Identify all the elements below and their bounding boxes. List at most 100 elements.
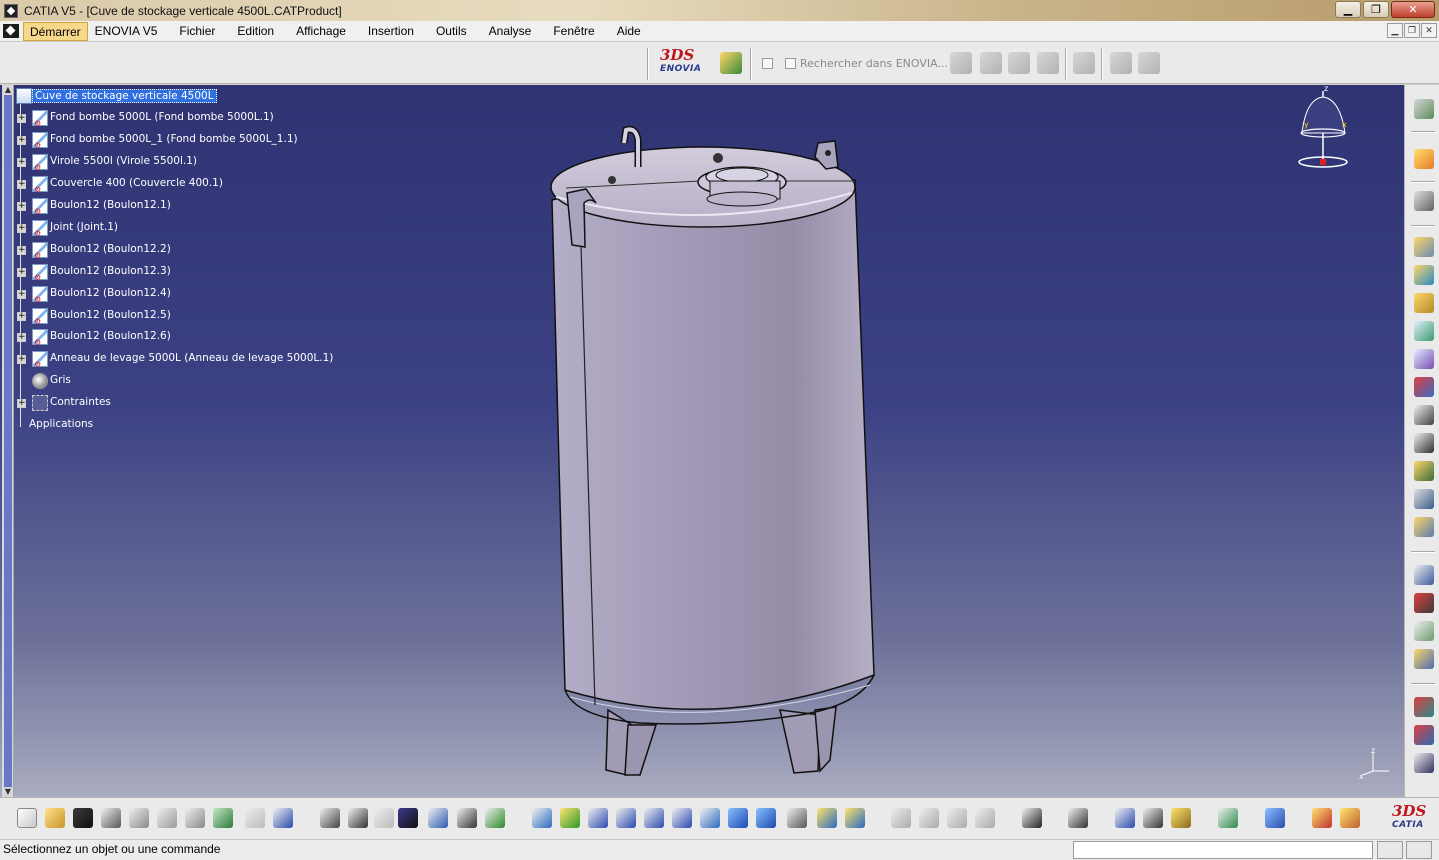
expand-icon[interactable]: + — [17, 135, 26, 145]
generate-numbering-icon[interactable] — [1414, 405, 1434, 425]
stop-manipulate-on-clash-icon[interactable] — [1414, 649, 1434, 669]
multi-instantiation-icon[interactable] — [1414, 489, 1434, 509]
capture-icon[interactable] — [1022, 808, 1042, 828]
tree-root-label[interactable]: Cuve de stockage verticale 4500L — [32, 89, 217, 103]
print-icon[interactable] — [101, 808, 121, 828]
doc-close-button[interactable]: ✕ — [1421, 23, 1437, 38]
update-icon[interactable] — [891, 808, 911, 828]
existing-component-icon[interactable] — [1414, 237, 1434, 257]
enovia-search-checkbox[interactable] — [785, 58, 796, 69]
material-icon[interactable] — [1171, 808, 1191, 828]
tree-node-label[interactable]: Boulon12 (Boulon12.6) — [50, 330, 171, 342]
expand-icon[interactable]: + — [17, 354, 26, 364]
expand-icon[interactable]: + — [17, 311, 26, 321]
menu-aide[interactable]: Aide — [606, 22, 652, 41]
tree-node-label[interactable]: Anneau de levage 5000L (Anneau de levage… — [50, 352, 333, 364]
new-product-icon[interactable] — [1414, 293, 1434, 313]
command-list-button[interactable] — [1377, 841, 1403, 859]
enovia-search[interactable]: Rechercher dans ENOVIA... — [785, 57, 948, 70]
whats-this-icon[interactable] — [273, 808, 293, 828]
measure-item-icon[interactable] — [975, 808, 995, 828]
doc-restore-button[interactable]: ❐ — [1404, 23, 1420, 38]
catalog-browser-icon[interactable] — [428, 808, 448, 828]
manage-representations-icon[interactable] — [1414, 461, 1434, 481]
multi-view-icon[interactable] — [728, 808, 748, 828]
enovia-checkbox[interactable] — [762, 58, 773, 69]
coincidence-constraint-icon[interactable] — [1414, 697, 1434, 717]
publication-icon[interactable] — [1068, 808, 1088, 828]
sketch-icon[interactable] — [919, 808, 939, 828]
enovia-save-icon[interactable] — [1008, 52, 1030, 74]
3d-viewport[interactable]: ▲ ▼ Cuve de stockage verticale 4500L + ⚙… — [0, 85, 1404, 797]
measure-between-icon[interactable] — [947, 808, 967, 828]
expand-icon[interactable]: + — [17, 245, 26, 255]
menu-fenetre[interactable]: Fenêtre — [542, 22, 605, 41]
knowledge-advisor-icon[interactable] — [348, 808, 368, 828]
menu-fichier[interactable]: Fichier — [168, 22, 226, 41]
enovia-open-icon[interactable] — [980, 52, 1002, 74]
swap-visible-space-icon[interactable] — [845, 808, 865, 828]
tree-node-label[interactable]: Boulon12 (Boulon12.4) — [50, 287, 171, 299]
selective-load-icon[interactable] — [1414, 433, 1434, 453]
replace-component-icon[interactable] — [1414, 349, 1434, 369]
expand-icon[interactable]: + — [17, 398, 26, 408]
expand-icon[interactable]: + — [17, 157, 26, 167]
enovia-logo[interactable]: 3DS ENOVIA — [660, 48, 701, 76]
tank-3d-model[interactable] — [0, 85, 1404, 797]
redo-icon[interactable] — [245, 808, 265, 828]
catia-app-icon[interactable] — [4, 3, 18, 18]
expand-icon[interactable]: + — [17, 201, 26, 211]
fit-all-in-icon[interactable] — [560, 808, 580, 828]
enovia-refresh-icon[interactable] — [1073, 52, 1095, 74]
tree-node-label[interactable]: Fond bombe 5000L_1 (Fond bombe 5000L_1.1… — [50, 133, 298, 145]
measure-icon[interactable] — [1115, 808, 1135, 828]
enovia-tools-icon[interactable] — [1110, 52, 1132, 74]
save-icon[interactable] — [73, 808, 93, 828]
fast-multi-instantiation-icon[interactable] — [1414, 517, 1434, 537]
tree-node-label[interactable]: Gris — [50, 374, 71, 386]
isometric-view-icon[interactable] — [756, 808, 776, 828]
expand-icon[interactable]: + — [17, 332, 26, 342]
apply-material-icon[interactable] — [1312, 808, 1332, 828]
new-part-icon[interactable] — [1414, 321, 1434, 341]
enovia-settings-icon[interactable] — [1138, 52, 1160, 74]
scene-icon[interactable] — [1265, 808, 1285, 828]
render-icon[interactable] — [1340, 808, 1360, 828]
menu-demarrer[interactable]: Démarrer — [23, 21, 88, 41]
analysis-tools-icon[interactable] — [485, 808, 505, 828]
menu-edition[interactable]: Edition — [226, 22, 285, 41]
expand-icon[interactable]: + — [17, 267, 26, 277]
close-button[interactable]: ✕ — [1391, 1, 1435, 18]
undo-icon[interactable] — [213, 808, 233, 828]
tree-node-label[interactable]: Boulon12 (Boulon12.1) — [50, 199, 171, 211]
graph-tree-reordering-icon[interactable] — [1414, 377, 1434, 397]
comment-icon[interactable] — [374, 808, 394, 828]
contact-constraint-icon[interactable] — [1414, 725, 1434, 745]
compass-icon[interactable]: z y x — [1290, 85, 1360, 175]
tree-node-label[interactable]: Contraintes — [50, 396, 111, 408]
design-table-icon[interactable] — [398, 808, 418, 828]
cut-icon[interactable] — [129, 808, 149, 828]
assembly-workbench-icon[interactable] — [1414, 99, 1434, 119]
new-component-icon[interactable] — [1414, 265, 1434, 285]
menu-analyse[interactable]: Analyse — [478, 22, 543, 41]
tree-node-label[interactable]: Virole 5500l (Virole 5500l.1) — [50, 155, 197, 167]
inertia-icon[interactable] — [1143, 808, 1163, 828]
tree-node-label[interactable]: Joint (Joint.1) — [50, 221, 118, 233]
shading-icon[interactable] — [787, 808, 807, 828]
explode-icon[interactable] — [1414, 621, 1434, 641]
lock-icon[interactable] — [457, 808, 477, 828]
manipulation-icon[interactable] — [1414, 565, 1434, 585]
enovia-filter-icon[interactable] — [950, 52, 972, 74]
new-file-icon[interactable] — [17, 808, 37, 828]
tree-node-label[interactable]: Boulon12 (Boulon12.2) — [50, 243, 171, 255]
tree-node-label[interactable]: Boulon12 (Boulon12.5) — [50, 309, 171, 321]
menu-outils[interactable]: Outils — [425, 22, 478, 41]
zoom-in-icon[interactable] — [644, 808, 664, 828]
clash-icon[interactable] — [1218, 808, 1238, 828]
pan-icon[interactable] — [588, 808, 608, 828]
menu-insertion[interactable]: Insertion — [357, 22, 425, 41]
tree-node-label[interactable]: Boulon12 (Boulon12.3) — [50, 265, 171, 277]
menu-enovia[interactable]: ENOVIA V5 — [88, 22, 169, 41]
menu-affichage[interactable]: Affichage — [285, 22, 357, 41]
